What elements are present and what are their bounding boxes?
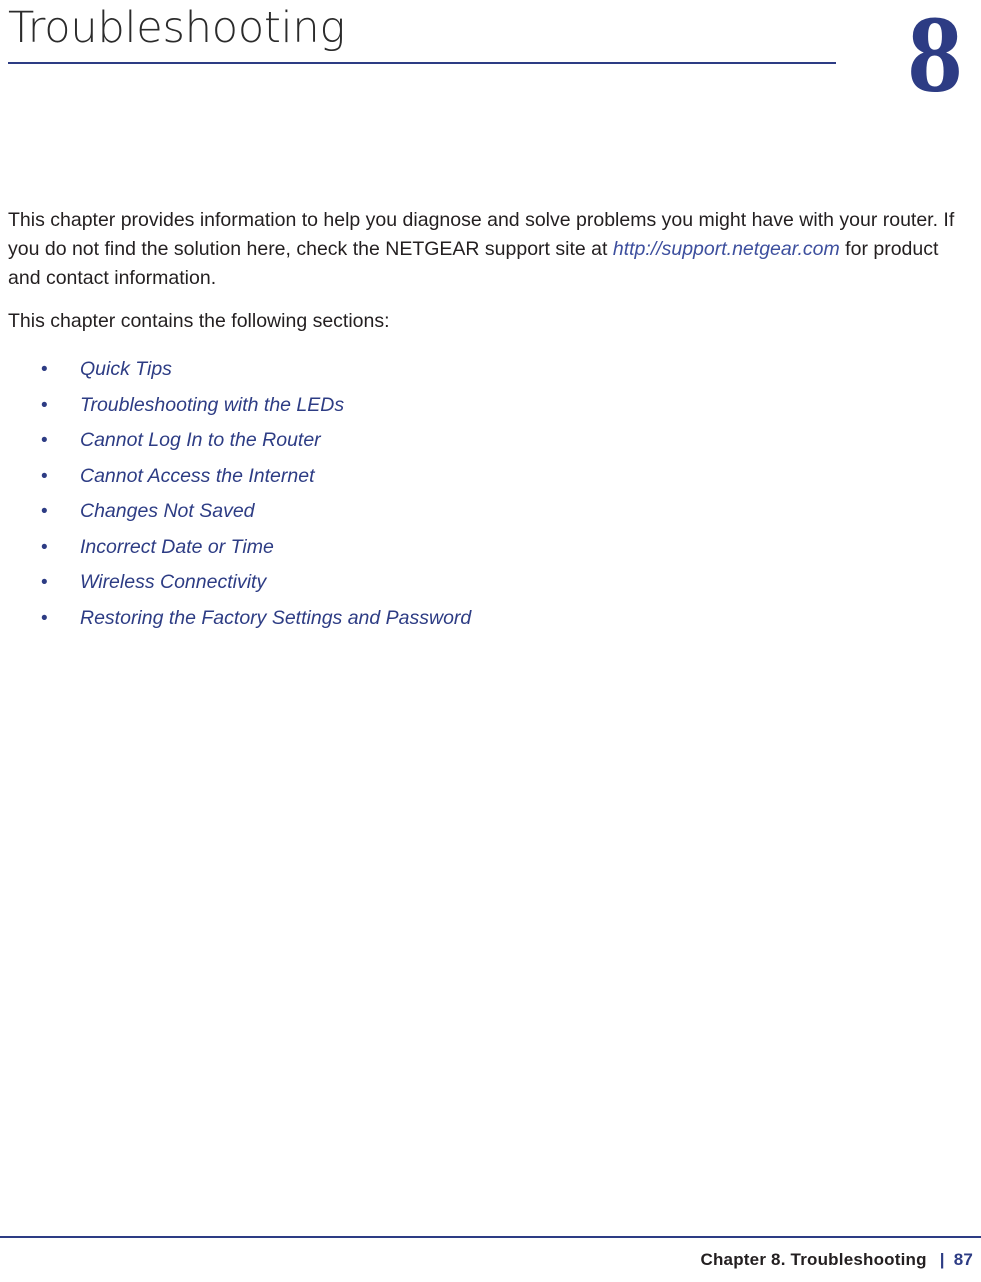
footer-text: Chapter 8. Troubleshooting | 87 bbox=[701, 1250, 974, 1270]
chapter-number: 8 bbox=[907, 0, 963, 115]
footer-separator: | bbox=[939, 1250, 945, 1269]
bullet-icon: • bbox=[41, 394, 48, 416]
list-item[interactable]: • Cannot Access the Internet bbox=[8, 459, 973, 495]
footer-divider bbox=[0, 1236, 981, 1238]
bullet-icon: • bbox=[41, 501, 48, 522]
bullet-icon: • bbox=[41, 465, 48, 487]
list-item[interactable]: • Wireless Connectivity bbox=[8, 565, 973, 601]
list-item[interactable]: • Incorrect Date or Time bbox=[8, 530, 973, 566]
list-item[interactable]: • Restoring the Factory Settings and Pas… bbox=[8, 601, 973, 637]
footer-page-number: 87 bbox=[953, 1250, 973, 1269]
bullet-icon: • bbox=[41, 430, 48, 451]
section-link-quick-tips[interactable]: Quick Tips bbox=[80, 358, 172, 380]
bullet-icon: • bbox=[41, 359, 48, 380]
page-footer: Chapter 8. Troubleshooting | 87 bbox=[0, 1222, 981, 1282]
section-link-wireless-connectivity[interactable]: Wireless Connectivity bbox=[80, 571, 266, 593]
section-link-incorrect-date-time[interactable]: Incorrect Date or Time bbox=[80, 536, 274, 558]
bullet-icon: • bbox=[41, 536, 48, 558]
chapter-section-list: • Quick Tips • Troubleshooting with the … bbox=[8, 336, 973, 636]
title-divider bbox=[8, 62, 836, 64]
page-content: This chapter provides information to hel… bbox=[8, 206, 973, 636]
list-item[interactable]: • Quick Tips bbox=[8, 352, 973, 388]
section-link-cannot-log-in[interactable]: Cannot Log In to the Router bbox=[80, 429, 321, 451]
list-item[interactable]: • Troubleshooting with the LEDs bbox=[8, 388, 973, 424]
list-item[interactable]: • Cannot Log In to the Router bbox=[8, 423, 973, 459]
sections-lead-paragraph: This chapter contains the following sect… bbox=[8, 310, 390, 332]
list-item[interactable]: • Changes Not Saved bbox=[8, 494, 973, 530]
section-link-changes-not-saved[interactable]: Changes Not Saved bbox=[80, 500, 255, 522]
page-header: Troubleshooting 8 bbox=[0, 0, 981, 130]
section-link-cannot-access-internet[interactable]: Cannot Access the Internet bbox=[80, 465, 315, 487]
page-title: Troubleshooting bbox=[8, 3, 346, 53]
section-link-troubleshooting-leds[interactable]: Troubleshooting with the LEDs bbox=[80, 394, 344, 416]
footer-chapter-label: Chapter 8. Troubleshooting bbox=[700, 1250, 927, 1269]
section-link-restoring-factory-settings[interactable]: Restoring the Factory Settings and Passw… bbox=[80, 607, 471, 629]
netgear-support-link[interactable]: http://support.netgear.com bbox=[613, 238, 840, 260]
bullet-icon: • bbox=[41, 572, 48, 593]
bullet-icon: • bbox=[41, 607, 48, 629]
intro-paragraph: This chapter provides information to hel… bbox=[8, 206, 970, 293]
document-page: Troubleshooting 8 This chapter provides … bbox=[0, 0, 981, 1282]
